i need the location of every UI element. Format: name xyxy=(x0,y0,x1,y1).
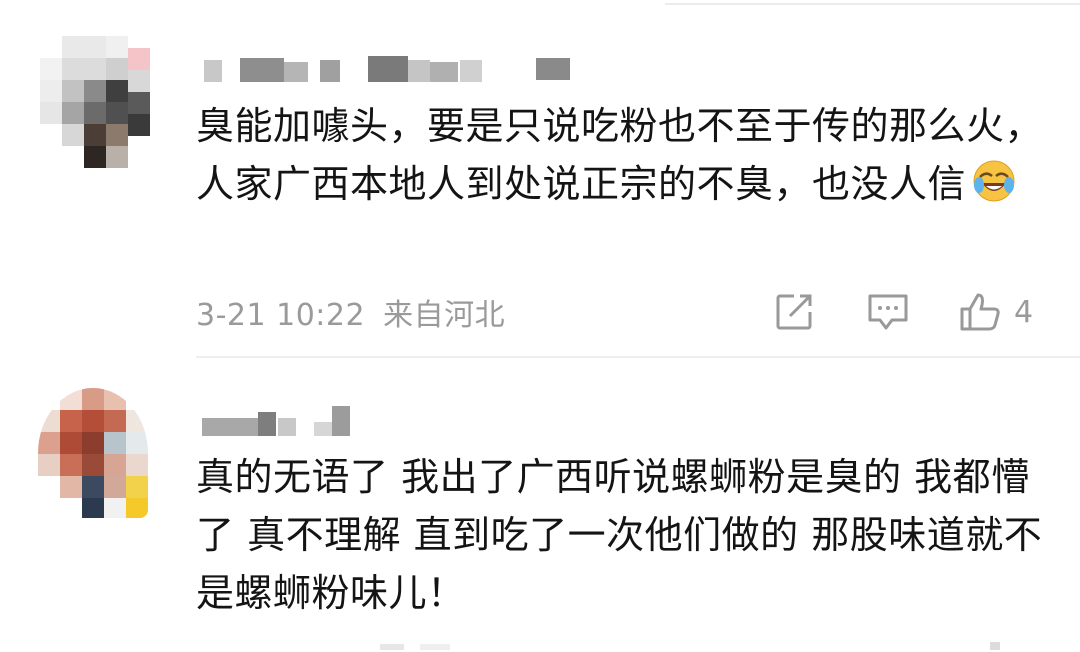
comment-icon xyxy=(868,294,908,330)
comment-item: 臭能加噱头，要是只说吃粉也不至于传的那么火，人家广西本地人到处说正宗的不臭，也没… xyxy=(0,0,1080,358)
like-icon xyxy=(960,293,1000,331)
reply-button[interactable] xyxy=(866,290,910,334)
laughing-crying-emoji-icon xyxy=(972,159,1016,203)
username-blurred[interactable] xyxy=(200,52,580,82)
share-button[interactable] xyxy=(774,290,814,334)
comment-text: 真的无语了 我出了广西听说螺蛳粉是臭的 我都懵了 真不理解 直到吃了一次他们做的… xyxy=(196,455,1043,615)
avatar[interactable] xyxy=(40,36,150,168)
like-count: 4 xyxy=(1014,294,1034,330)
avatar[interactable] xyxy=(38,388,148,518)
next-row-cutoff xyxy=(0,640,1080,652)
comment-text: 臭能加噱头，要是只说吃粉也不至于传的那么火，人家广西本地人到处说正宗的不臭，也没… xyxy=(196,104,1044,206)
comment-item: 真的无语了 我出了广西听说螺蛳粉是臭的 我都懵了 真不理解 直到吃了一次他们做的… xyxy=(0,358,1080,650)
share-icon xyxy=(776,294,812,330)
username-blurred[interactable] xyxy=(200,406,360,436)
like-button[interactable]: 4 xyxy=(958,290,1033,334)
comment-actions: 4 xyxy=(0,290,1080,334)
